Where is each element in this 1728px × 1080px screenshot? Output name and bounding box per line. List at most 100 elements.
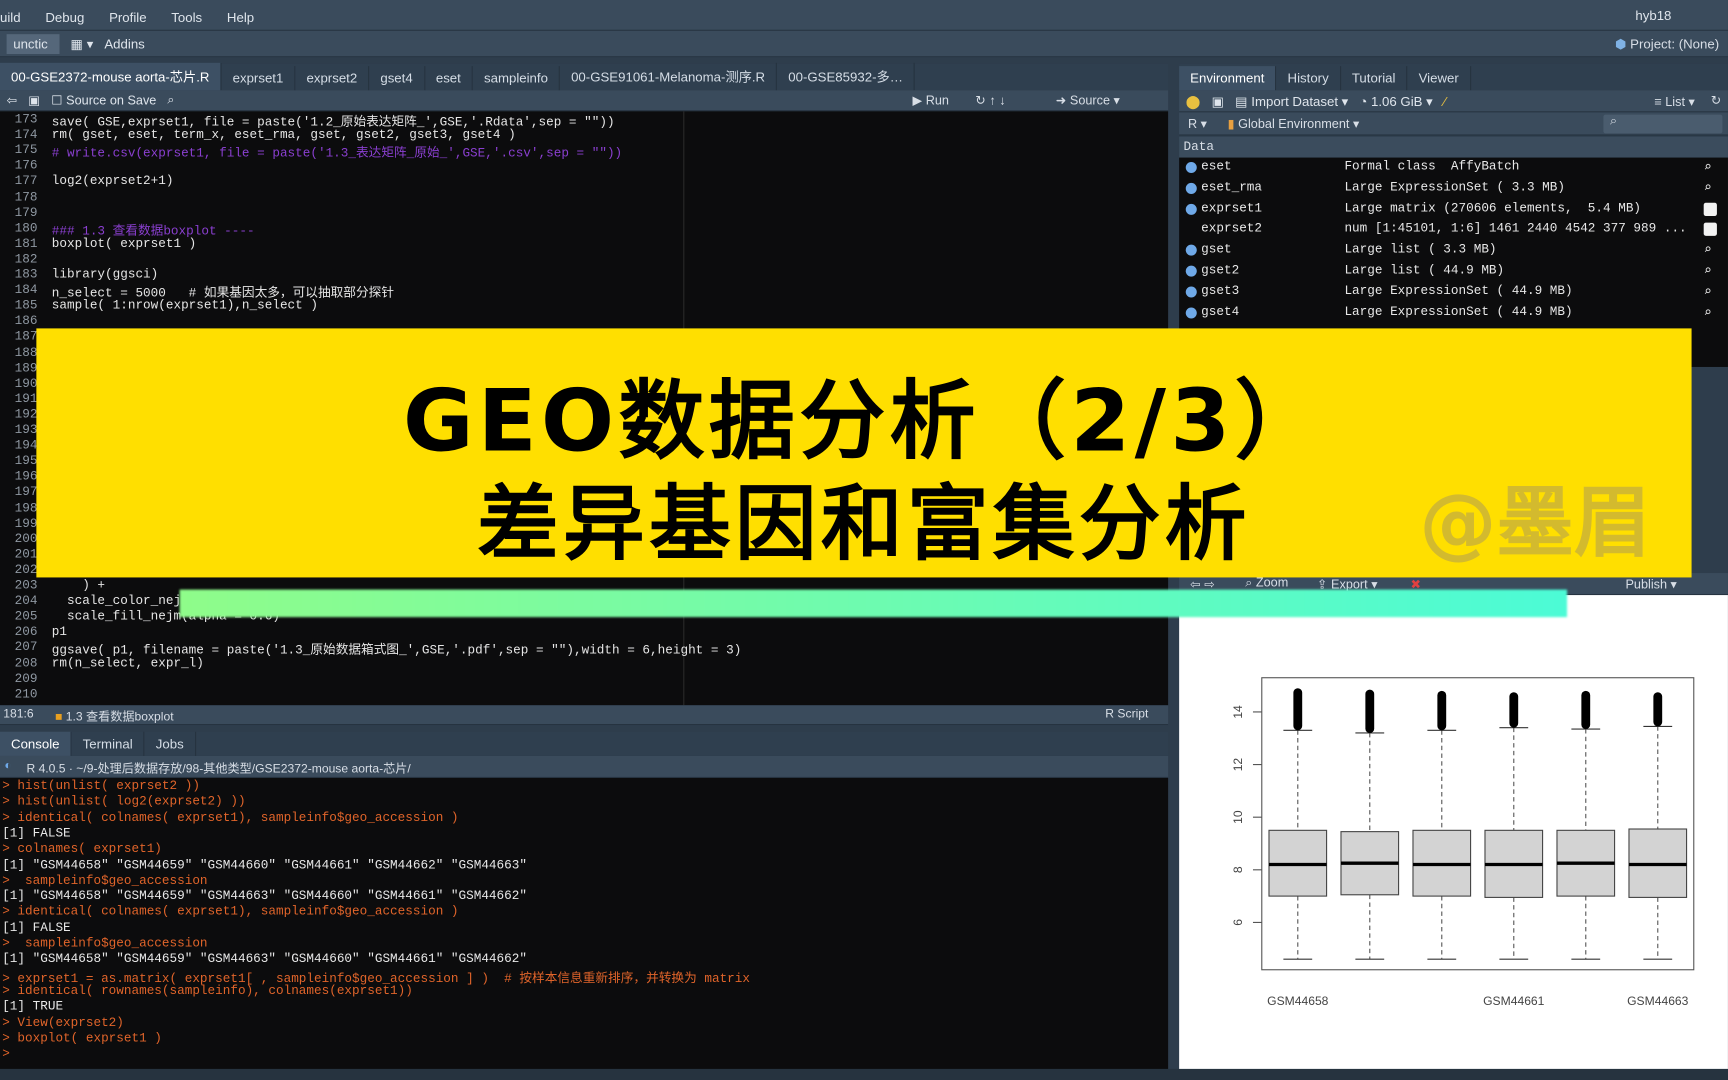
console-tab-terminal[interactable]: Terminal (72, 731, 145, 756)
console-line: [1] "GSM44658" "GSM44659" "GSM44660" "GS… (2, 857, 527, 873)
refresh-icon[interactable]: ↻ (1711, 93, 1722, 108)
inspect-search-icon[interactable]: ⌕ (1704, 285, 1717, 298)
source-label: Source (1069, 94, 1111, 108)
inspect-search-icon[interactable]: ⌕ (1704, 161, 1717, 174)
y-tick-label: 12 (1231, 758, 1245, 772)
console-output[interactable]: > hist(unlist( exprset2 )) > hist(unlist(… (0, 778, 1169, 1069)
line-number: 207 (14, 640, 38, 656)
line-number: 174 (14, 127, 38, 143)
load-workspace-icon[interactable]: ⬤ (1186, 93, 1201, 108)
console-line: [1] "GSM44658" "GSM44659" "GSM44663" "GS… (2, 952, 527, 967)
data-section-header: Data (1179, 136, 1728, 158)
working-directory[interactable]: R 4.0.5 · ~/9-处理后数据存放/98-其他类型/GSE2372-mo… (26, 759, 410, 777)
outliers (1581, 690, 1591, 730)
console-line: > identical( rownames(sampleinfo), colna… (2, 983, 413, 999)
line-number: 177 (14, 174, 38, 189)
line-number: 196 (14, 469, 38, 485)
editor-tab[interactable]: exprset1 (222, 66, 296, 91)
plot-area: 6 8 10 12 14 GSM44658 GSM44663 GSM44661 (1179, 595, 1728, 1069)
inspect-search-icon[interactable]: ⌕ (1704, 264, 1717, 277)
addins-menu[interactable]: Addins (104, 36, 144, 51)
object-icon (1185, 307, 1197, 319)
import-dataset-button[interactable]: ▤ Import Dataset ▾ (1235, 93, 1348, 108)
console-header: ◐ R 4.0.5 · ~/9-处理后数据存放/98-其他类型/GSE2372-… (0, 755, 1169, 779)
memory-label: 1.06 GiB (1371, 93, 1423, 109)
publish-label: Publish (1625, 578, 1668, 592)
env-tab-viewer[interactable]: Viewer (1408, 66, 1471, 91)
console-tab-jobs[interactable]: Jobs (145, 731, 196, 756)
object-icon (1185, 182, 1197, 194)
menu-debug[interactable]: Debug (45, 10, 84, 25)
inspect-search-icon[interactable]: ⌕ (1704, 244, 1717, 257)
env-tab-tutorial[interactable]: Tutorial (1341, 66, 1408, 91)
file-type-menu[interactable]: R Script (1105, 707, 1148, 720)
clear-broom-icon[interactable]: ⁄ (1444, 93, 1446, 108)
editor-tab[interactable]: gset4 (369, 66, 425, 91)
plot-frame (1261, 677, 1695, 971)
memory-usage[interactable]: ◔ 1.06 GiB ▾ (1359, 93, 1432, 108)
source-button[interactable]: ➜ Source ▾ (1056, 93, 1120, 108)
inspect-search-icon[interactable]: ⌕ (1704, 306, 1717, 319)
grid-icon[interactable]: ▦ ▾ (71, 36, 94, 51)
user-name[interactable]: hyb18 (1635, 8, 1671, 23)
environment-tabs: Environment History Tutorial Viewer (1179, 63, 1728, 91)
env-row[interactable]: gset2 Large list ( 44.9 MB) ⌕ (1179, 261, 1728, 282)
outliers (1293, 688, 1303, 731)
env-row[interactable]: exprset1 Large matrix (270606 elements, 5… (1179, 199, 1728, 220)
env-value: Large ExpressionSet ( 44.9 MB) (1344, 284, 1573, 299)
env-name: eset_rma (1201, 180, 1263, 195)
line-number: 185 (14, 298, 38, 314)
nav-arrows[interactable]: ↻ ↑ ↓ (975, 93, 1005, 108)
line-number: 188 (14, 345, 38, 360)
environment-search-input[interactable]: ⌕ (1603, 114, 1723, 134)
editor-tab[interactable]: eset (425, 66, 473, 91)
editor-tab[interactable]: 00-GSE85932-多… (777, 62, 916, 91)
menu-profile[interactable]: Profile (109, 10, 146, 25)
environment-icon: ▮ (1227, 117, 1239, 132)
search-icon[interactable]: ⌕ (167, 93, 174, 107)
environment-scope-bar: R ▾ ▮ Global Environment ▾ ⌕ (1179, 112, 1728, 136)
scope-menu[interactable]: ▮ Global Environment ▾ (1228, 116, 1360, 131)
save-icon[interactable]: ▣ (28, 93, 40, 108)
console-line: > sampleinfo$geo_accession (2, 936, 208, 952)
source-on-save-checkbox[interactable]: ☐ Source on Save (51, 93, 156, 108)
back-icon[interactable]: ⇦ (7, 93, 18, 108)
go-to-function-input[interactable]: unctic (6, 33, 60, 54)
project-icon: ⬢ (1614, 36, 1631, 52)
editor-tab[interactable]: 00-GSE91061-Melanoma-测序.R (560, 62, 778, 91)
env-row[interactable]: eset_rma Large ExpressionSet ( 3.3 MB) ⌕ (1179, 178, 1728, 199)
view-table-icon[interactable] (1703, 223, 1717, 237)
line-number: 200 (14, 531, 38, 547)
section-nav[interactable]: ■ 1.3 查看数据boxplot (55, 707, 173, 725)
rstudio-window: uild Debug Profile Tools Help hyb18 unct… (0, 0, 1728, 1080)
env-row[interactable]: exprset2 num [1:45101, 1:6] 1461 2440 454… (1179, 220, 1728, 241)
editor-tab[interactable]: exprset2 (295, 66, 370, 91)
console-tab-console[interactable]: Console (0, 731, 72, 756)
editor-tab[interactable]: 00-GSE2372-mouse aorta-芯片.R (0, 62, 222, 91)
run-button[interactable]: ▶ Run (912, 93, 949, 108)
x-tick-label: GSM44663 (1627, 994, 1689, 1008)
env-row[interactable]: gset4 Large ExpressionSet ( 44.9 MB) ⌕ (1179, 303, 1728, 324)
env-row[interactable]: gset Large list ( 3.3 MB) ⌕ (1179, 240, 1728, 261)
env-row[interactable]: eset Formal class AffyBatch ⌕ (1179, 158, 1728, 179)
menu-help[interactable]: Help (227, 10, 254, 25)
save-workspace-icon[interactable]: ▣ (1212, 93, 1225, 108)
project-menu[interactable]: ⬢ Project: (None) (1615, 36, 1719, 51)
menu-build[interactable]: uild (0, 10, 21, 25)
zoom-button[interactable]: ⌕ Zoom (1245, 576, 1288, 590)
editor-tab[interactable]: sampleinfo (473, 66, 561, 91)
cursor-position: 181:6 (3, 707, 34, 721)
language-menu[interactable]: R ▾ (1188, 116, 1207, 131)
line-number: 193 (14, 423, 38, 438)
bottom-edge (0, 1068, 1728, 1080)
publish-button[interactable]: Publish ▾ (1625, 576, 1676, 592)
env-tab-environment[interactable]: Environment (1179, 66, 1277, 91)
view-mode-menu[interactable]: ≡ List ▾ (1654, 94, 1695, 109)
env-row[interactable]: gset3 Large ExpressionSet ( 44.9 MB) ⌕ (1179, 282, 1728, 303)
y-tick-label: 10 (1231, 810, 1245, 824)
inspect-search-icon[interactable]: ⌕ (1704, 182, 1717, 195)
view-table-icon[interactable] (1703, 202, 1717, 216)
line-number: 195 (14, 454, 38, 469)
menu-tools[interactable]: Tools (171, 10, 202, 25)
env-tab-history[interactable]: History (1277, 66, 1341, 91)
